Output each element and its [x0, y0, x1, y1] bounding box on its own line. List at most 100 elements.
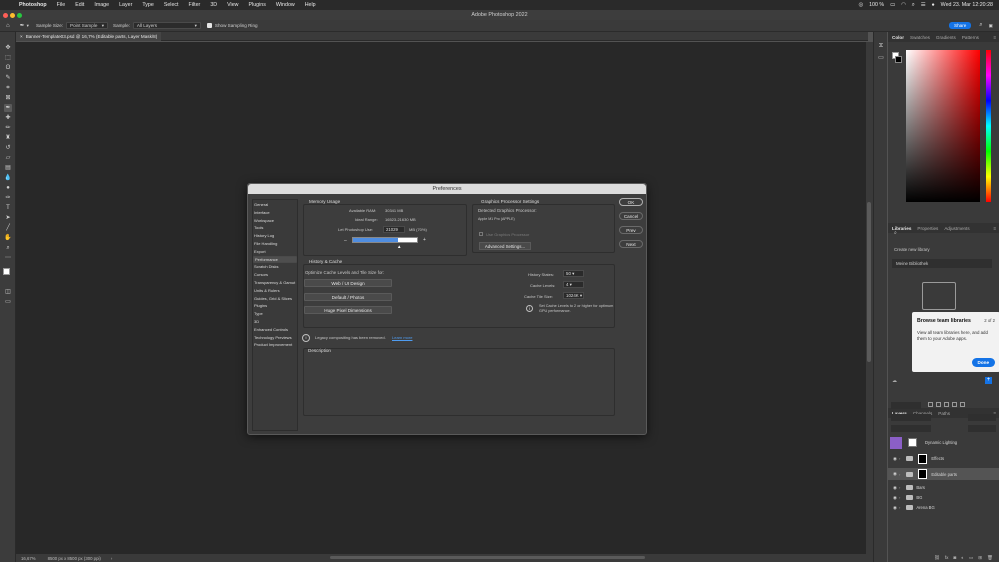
expand-arrow-icon[interactable]: ›: [899, 485, 900, 490]
new-group-icon[interactable]: ▭: [969, 555, 973, 561]
status-menu-icon[interactable]: ›: [111, 556, 112, 561]
type-tool-icon[interactable]: T: [4, 204, 12, 212]
cache-tile-field[interactable]: 1024K ▾: [563, 292, 584, 299]
menu-edit[interactable]: Edit: [70, 2, 89, 8]
minimize-window-icon[interactable]: [10, 12, 15, 18]
chevron-down-icon[interactable]: ▾: [27, 23, 29, 29]
crop-tool-icon[interactable]: ⌗: [4, 84, 12, 92]
eyedropper-tool-icon[interactable]: ✒: [4, 104, 12, 112]
cancel-button[interactable]: Cancel: [619, 212, 643, 220]
category-enhanced-controls[interactable]: Enhanced Controls: [253, 326, 297, 334]
delete-layer-icon[interactable]: 🗑: [987, 555, 993, 561]
search-icon[interactable]: ⌕: [894, 230, 897, 236]
prev-button[interactable]: Prev: [619, 226, 643, 234]
layer-row[interactable]: ◉ › BG: [888, 493, 999, 502]
category-units-rulers[interactable]: Units & Rulers: [253, 287, 297, 295]
quick-mask-icon[interactable]: ◫: [4, 288, 12, 296]
tab-patterns[interactable]: Patterns: [962, 35, 979, 40]
history-brush-icon[interactable]: ↺: [4, 144, 12, 152]
menu-select[interactable]: Select: [159, 2, 184, 8]
eraser-tool-icon[interactable]: ▱: [4, 154, 12, 162]
category-transparency[interactable]: Transparency & Gamut: [253, 279, 297, 287]
comments-icon[interactable]: ▭: [877, 54, 885, 62]
pen-tool-icon[interactable]: ✑: [4, 194, 12, 202]
lock-icons[interactable]: [891, 425, 931, 432]
filter-type-icon[interactable]: [944, 402, 949, 407]
use-gpu-checkbox[interactable]: [479, 232, 483, 236]
menu-plugins[interactable]: Plugins: [244, 2, 271, 8]
wifi-icon[interactable]: ◠: [901, 2, 906, 8]
category-guides-grid[interactable]: Guides, Grid & Slices: [253, 295, 297, 303]
tooltip-done-button[interactable]: Done: [971, 358, 995, 367]
document-tab[interactable]: × Banner-Template03.psd @ 16,7% (Editabl…: [16, 32, 162, 41]
line-tool-icon[interactable]: ╱: [4, 224, 12, 232]
add-library-button[interactable]: +: [985, 377, 992, 384]
creative-cloud-icon[interactable]: ◎: [858, 2, 863, 8]
new-layer-icon[interactable]: ⊞: [978, 555, 982, 561]
clock[interactable]: Wed 23. Mar 12:20:28: [941, 2, 993, 8]
path-select-icon[interactable]: ➤: [4, 214, 12, 222]
blend-mode-select[interactable]: [891, 414, 931, 421]
panel-menu-icon[interactable]: ≡: [993, 35, 996, 40]
tab-paths[interactable]: Paths: [938, 411, 950, 416]
fill-field[interactable]: [968, 425, 996, 432]
web-ui-design-button[interactable]: Web / UI Design: [304, 279, 392, 287]
decrease-memory-button[interactable]: –: [344, 238, 347, 244]
frame-tool-icon[interactable]: ⊠: [4, 94, 12, 102]
battery-icon[interactable]: ▭: [890, 2, 895, 8]
category-interface[interactable]: Interface: [253, 209, 297, 217]
layer-row[interactable]: ◉ › Bars: [888, 483, 999, 492]
category-performance[interactable]: Performance: [253, 255, 297, 264]
history-states-field[interactable]: 50 ▾: [563, 270, 584, 277]
advanced-settings-button[interactable]: Advanced Settings...: [479, 242, 531, 250]
adjustment-layer-icon[interactable]: ◐: [961, 555, 964, 560]
filter-shape-icon[interactable]: [952, 402, 957, 407]
category-product-improvement[interactable]: Product Improvement: [253, 341, 297, 349]
zoom-level[interactable]: 16,67%: [21, 556, 36, 561]
cloud-icon[interactable]: ☁: [892, 378, 897, 384]
share-button[interactable]: Share: [949, 22, 972, 29]
workspace-icon[interactable]: ▣: [989, 23, 993, 29]
brush-tool-icon[interactable]: ✏: [4, 124, 12, 132]
history-icon[interactable]: ⧖: [877, 42, 885, 50]
menu-view[interactable]: View: [222, 2, 243, 8]
more-tools-icon[interactable]: ⋯: [4, 254, 12, 262]
gradient-tool-icon[interactable]: ▤: [4, 164, 12, 172]
layer-row[interactable]: ◉ › Arena BG: [888, 503, 999, 512]
learn-more-link[interactable]: Learn more: [392, 335, 412, 340]
memory-slider[interactable]: [352, 237, 418, 243]
category-3d[interactable]: 3D: [253, 318, 297, 326]
next-button[interactable]: Next: [619, 240, 643, 248]
tab-gradients[interactable]: Gradients: [936, 35, 956, 40]
menu-image[interactable]: Image: [89, 2, 114, 8]
ok-button[interactable]: OK: [619, 198, 643, 206]
expand-arrow-icon[interactable]: ›: [899, 456, 900, 461]
color-field[interactable]: [906, 50, 980, 202]
marquee-tool-icon[interactable]: ⬚: [4, 54, 12, 62]
menu-file[interactable]: File: [52, 2, 71, 8]
menu-help[interactable]: Help: [300, 2, 321, 8]
show-ring-checkbox[interactable]: [206, 23, 212, 28]
healing-tool-icon[interactable]: ✚: [4, 114, 12, 122]
layer-filter-kind[interactable]: [891, 402, 921, 409]
link-layers-icon[interactable]: ⛓: [934, 555, 940, 561]
cache-levels-field[interactable]: 4 ▾: [563, 281, 584, 288]
hand-tool-icon[interactable]: ✋: [4, 234, 12, 242]
layer-row[interactable]: Dynamic Lighting: [888, 436, 999, 449]
fx-icon[interactable]: fx: [945, 555, 949, 560]
close-window-icon[interactable]: [3, 12, 8, 18]
lasso-tool-icon[interactable]: ʘ: [4, 64, 12, 72]
tab-color[interactable]: Color: [892, 35, 904, 40]
category-type[interactable]: Type: [253, 310, 297, 318]
sample-size-select[interactable]: Point Sample ▾: [66, 22, 109, 29]
blur-tool-icon[interactable]: 💧: [4, 174, 12, 182]
category-technology-previews[interactable]: Technology Previews: [253, 334, 297, 342]
horizontal-scrollbar[interactable]: [330, 556, 645, 559]
control-center-icon[interactable]: ☰: [921, 2, 926, 8]
hue-slider[interactable]: [986, 50, 991, 202]
foreground-color-swatch[interactable]: [3, 268, 10, 275]
library-selector[interactable]: Meine Bibliothek: [892, 259, 992, 268]
category-scratch-disks[interactable]: Scratch Disks: [253, 263, 297, 271]
stamp-tool-icon[interactable]: ♜: [4, 134, 12, 142]
search-icon[interactable]: ⌕: [979, 22, 982, 29]
